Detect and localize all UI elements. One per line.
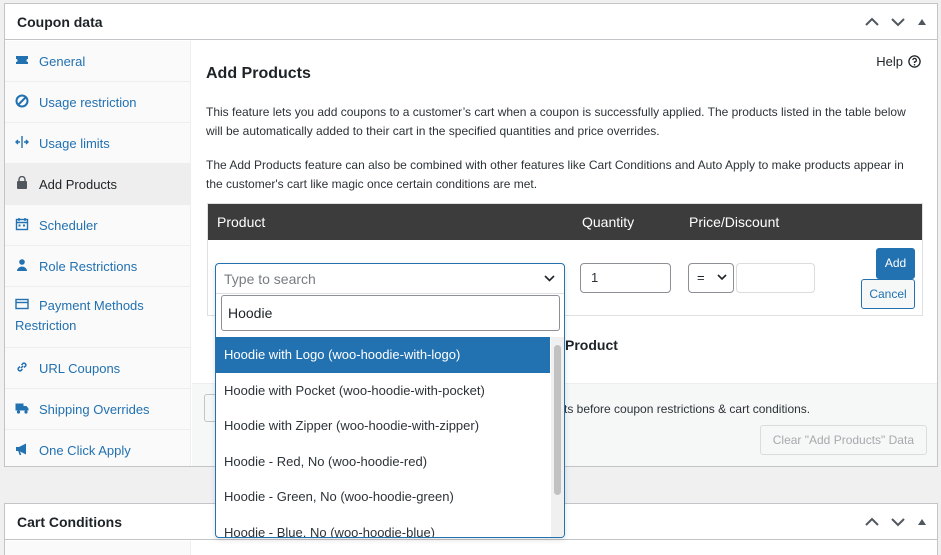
ticket-icon bbox=[16, 56, 28, 64]
lower-info-text: ts before coupon restrictions & cart con… bbox=[564, 402, 811, 416]
product-select[interactable]: Type to search bbox=[216, 264, 564, 294]
description-text: This feature lets you add coupons to a c… bbox=[206, 105, 906, 138]
truck-icon bbox=[15, 403, 29, 414]
sidebar-item-url-coupons[interactable]: URL Coupons bbox=[5, 348, 190, 389]
link-icon bbox=[17, 362, 27, 372]
add-product-link[interactable]: Product bbox=[565, 337, 618, 353]
chevron-down-icon[interactable] bbox=[891, 517, 905, 527]
quantity-input[interactable]: 1 bbox=[580, 263, 671, 293]
chevron-up-icon[interactable] bbox=[865, 17, 879, 27]
chevron-up-icon[interactable] bbox=[865, 517, 879, 527]
chevron-down-icon[interactable] bbox=[891, 17, 905, 27]
help-icon bbox=[908, 55, 921, 68]
triangle-up-icon[interactable] bbox=[917, 18, 927, 26]
column-header-price: Price/Discount bbox=[689, 214, 780, 230]
page-title: Add Products bbox=[206, 65, 311, 82]
sidebar-item-role-restrictions[interactable]: Role Restrictions bbox=[5, 246, 190, 287]
cart-sidebar bbox=[5, 541, 191, 555]
sidebar-item-usage-limits[interactable]: Usage limits bbox=[5, 123, 190, 164]
product-option[interactable]: Hoodie with Logo (woo-hoodie-with-logo) bbox=[216, 337, 550, 373]
sidebar-item-one-click-apply[interactable]: One Click Apply bbox=[5, 430, 190, 471]
product-options-list: Hoodie with Logo (woo-hoodie-with-logo) … bbox=[216, 337, 550, 538]
table-header: Product Quantity Price/Discount bbox=[208, 204, 922, 240]
chevron-down-icon bbox=[544, 275, 555, 282]
sidebar-item-label: Add Products bbox=[39, 177, 118, 192]
bag-icon bbox=[17, 176, 27, 189]
sidebar-item-label: Payment Methods Restriction bbox=[15, 298, 144, 333]
block-icon bbox=[15, 94, 29, 108]
product-option[interactable]: Hoodie - Red, No (woo-hoodie-red) bbox=[216, 444, 550, 480]
product-option[interactable]: Hoodie with Pocket (woo-hoodie-with-pock… bbox=[216, 373, 550, 409]
product-search-dropdown[interactable]: Type to search Hoodie Hoodie with Logo (… bbox=[215, 263, 565, 538]
cart-panel-controls bbox=[865, 504, 927, 540]
sidebar-item-label: Usage limits bbox=[39, 136, 110, 151]
arrows-icon bbox=[15, 136, 29, 148]
payment-icon bbox=[15, 298, 29, 310]
cancel-button[interactable]: Cancel bbox=[861, 279, 915, 309]
megaphone-icon bbox=[16, 443, 26, 456]
coupon-panel-controls bbox=[865, 4, 927, 40]
help-label: Help bbox=[876, 54, 903, 69]
calendar-icon bbox=[15, 218, 29, 231]
sidebar-item-label: Role Restrictions bbox=[39, 259, 138, 274]
options-scrollbar[interactable] bbox=[551, 337, 564, 537]
product-search-input[interactable]: Hoodie bbox=[221, 295, 560, 331]
price-operator-select[interactable]: = bbox=[688, 263, 734, 293]
help-link[interactable]: Help bbox=[876, 54, 921, 69]
sidebar-item-label: URL Coupons bbox=[39, 361, 121, 376]
chevron-down-icon bbox=[717, 274, 727, 281]
coupon-panel-header: Coupon data bbox=[5, 4, 937, 40]
price-input[interactable] bbox=[736, 263, 815, 293]
sidebar-item-shipping-overrides[interactable]: Shipping Overrides bbox=[5, 389, 190, 430]
product-select-placeholder: Type to search bbox=[224, 271, 316, 287]
user-icon bbox=[17, 259, 27, 271]
sidebar-item-label: General bbox=[39, 54, 86, 69]
sidebar-item-payment-methods-restriction[interactable]: Payment Methods Restriction bbox=[5, 287, 190, 348]
product-option[interactable]: Hoodie - Blue, No (woo-hoodie-blue) bbox=[216, 515, 550, 538]
sidebar-item-add-products[interactable]: Add Products bbox=[5, 164, 190, 205]
price-operator-value: = bbox=[697, 270, 705, 285]
add-button[interactable]: Add bbox=[876, 248, 915, 279]
scrollbar-thumb[interactable] bbox=[554, 345, 561, 495]
sidebar-item-label: Scheduler bbox=[39, 218, 98, 233]
coupon-panel-title: Coupon data bbox=[17, 13, 103, 30]
clear-data-button[interactable]: Clear "Add Products" Data bbox=[759, 425, 927, 455]
sidebar-item-scheduler[interactable]: Scheduler bbox=[5, 205, 190, 246]
column-header-quantity: Quantity bbox=[582, 214, 635, 230]
product-option[interactable]: Hoodie with Zipper (woo-hoodie-with-zipp… bbox=[216, 408, 550, 444]
product-option[interactable]: Hoodie - Green, No (woo-hoodie-green) bbox=[216, 479, 550, 515]
triangle-up-icon[interactable] bbox=[917, 518, 927, 526]
description-text-secondary: The Add Products feature can also be com… bbox=[206, 158, 904, 191]
cart-panel-title: Cart Conditions bbox=[17, 513, 122, 530]
coupon-sidebar: General Usage restriction Usage limits A… bbox=[5, 41, 191, 471]
sidebar-item-label: Shipping Overrides bbox=[39, 402, 150, 417]
sidebar-item-usage-restriction[interactable]: Usage restriction bbox=[5, 82, 190, 123]
sidebar-item-label: Usage restriction bbox=[39, 95, 137, 110]
sidebar-item-label: One Click Apply bbox=[39, 443, 131, 458]
sidebar-item-general[interactable]: General bbox=[5, 41, 190, 82]
column-header-product: Product bbox=[217, 214, 266, 230]
